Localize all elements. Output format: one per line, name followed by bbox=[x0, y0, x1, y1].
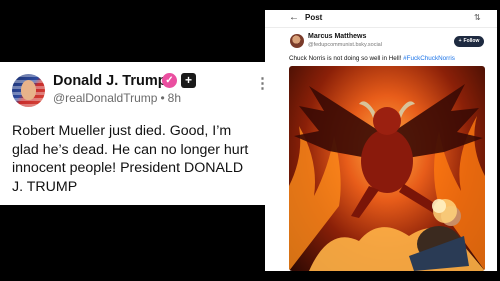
plus-icon: + bbox=[458, 38, 462, 44]
follow-button[interactable]: + Follow bbox=[454, 36, 484, 47]
avatar[interactable] bbox=[12, 74, 45, 107]
bsky-post-text: Chuck Norris is not doing so well in Hel… bbox=[289, 55, 489, 62]
handle[interactable]: @realDonaldTrump bbox=[53, 91, 157, 105]
page-title: Post bbox=[305, 13, 323, 22]
author-handle[interactable]: @fedupcommunist.bsky.social bbox=[308, 42, 382, 48]
follow-label: Follow bbox=[463, 38, 480, 44]
post-text: Robert Mueller just died. Good, I’m glad… bbox=[12, 123, 249, 195]
hashtag-link[interactable]: #FuckChuckNorris bbox=[403, 55, 455, 62]
arrow-left-icon[interactable]: ← bbox=[289, 12, 299, 23]
swap-vertical-icon[interactable]: ⇅ bbox=[474, 13, 481, 22]
author-avatar[interactable] bbox=[290, 34, 304, 48]
handle-line: @realDonaldTrump • 8h bbox=[53, 91, 181, 105]
post-image[interactable] bbox=[289, 66, 485, 271]
author-name[interactable]: Marcus Matthews bbox=[308, 33, 366, 40]
more-vertical-icon[interactable]: ⋮ bbox=[255, 76, 270, 97]
post-topbar: ← Post ⇅ bbox=[265, 10, 497, 28]
display-name[interactable]: Donald J. Trump bbox=[53, 73, 167, 89]
bsky-post-card: ← Post ⇅ Marcus Matthews @fedupcommunist… bbox=[265, 10, 497, 271]
demon-fight-illustration bbox=[289, 84, 485, 271]
verified-check-icon: ✓ bbox=[162, 73, 177, 88]
avatar-face bbox=[21, 80, 36, 100]
truth-post-card: Donald J. Trump ✓ + @realDonaldTrump • 8h … bbox=[0, 62, 270, 205]
bsky-post-body: Chuck Norris is not doing so well in Hel… bbox=[289, 55, 404, 62]
handle-separator: • bbox=[160, 91, 165, 105]
plus-badge-icon: + bbox=[181, 73, 196, 88]
post-time[interactable]: 8h bbox=[168, 91, 181, 105]
